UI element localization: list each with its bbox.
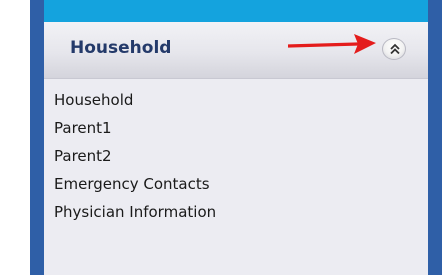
nav-item-parent2[interactable]: Parent2 <box>54 142 216 170</box>
panel-header: Household <box>44 22 428 79</box>
nav-item-household[interactable]: Household <box>54 86 216 114</box>
nav-item-emergency-contacts[interactable]: Emergency Contacts <box>54 170 216 198</box>
double-chevron-up-icon <box>390 43 400 55</box>
nav-list: Household Parent1 Parent2 Emergency Cont… <box>54 86 216 226</box>
household-panel: Household Household Parent1 Parent2 Emer… <box>44 22 428 275</box>
top-strip <box>44 0 428 22</box>
nav-item-parent1[interactable]: Parent1 <box>54 114 216 142</box>
red-arrow-icon <box>288 34 376 54</box>
panel-title: Household <box>70 38 172 58</box>
nav-item-physician-information[interactable]: Physician Information <box>54 198 216 226</box>
collapse-button[interactable] <box>382 38 406 60</box>
